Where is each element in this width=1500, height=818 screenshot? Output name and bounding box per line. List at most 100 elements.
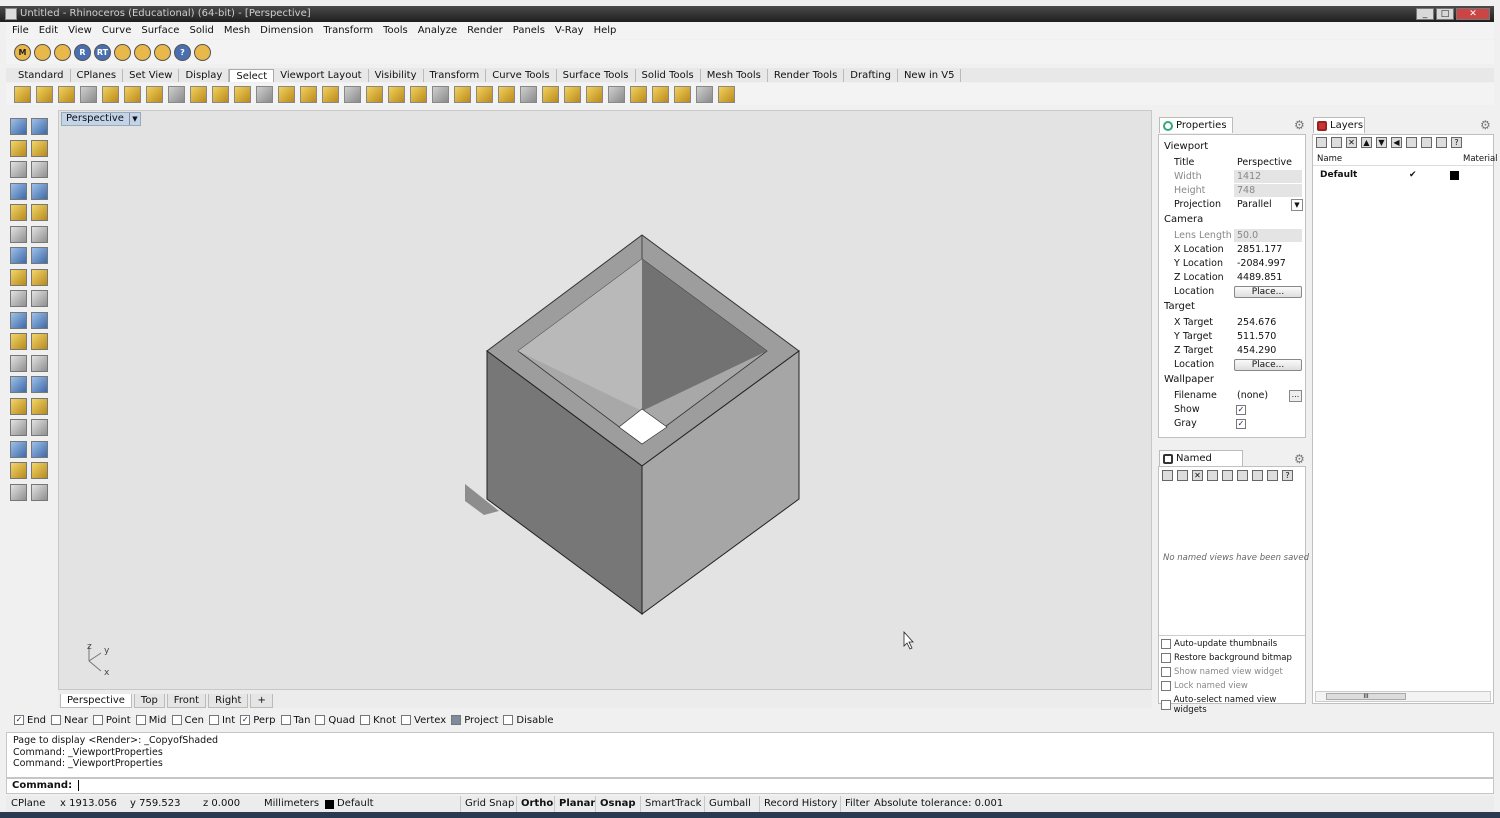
prop-ztarget-value[interactable]: 454.290 — [1234, 344, 1302, 357]
ellipse-icon[interactable] — [10, 204, 27, 221]
select-filter-icon[interactable] — [718, 85, 735, 103]
chamfer-icon[interactable] — [31, 311, 48, 329]
sun-icon[interactable] — [134, 43, 151, 61]
properties-gear-icon[interactable]: ⚙ — [1294, 118, 1305, 132]
named-view-option[interactable]: Lock named view — [1161, 681, 1248, 691]
select-polylines-icon[interactable] — [80, 85, 97, 103]
osnap-near-checkbox[interactable] — [51, 715, 62, 725]
prop-xloc-value[interactable]: 2851.177 — [1234, 243, 1302, 256]
select-solids-icon[interactable] — [190, 85, 207, 103]
toolbar-tab-cplanes[interactable]: CPlanes — [71, 68, 124, 82]
select-blocks-icon[interactable] — [278, 85, 295, 103]
named-view-option[interactable]: Auto-select named view widgets — [1161, 695, 1305, 715]
analyze-icon[interactable] — [31, 419, 48, 436]
osnap-point-checkbox[interactable] — [92, 715, 103, 725]
select-brush-icon[interactable] — [630, 85, 647, 103]
select-closed-curves-icon[interactable] — [366, 85, 383, 103]
menu-surface[interactable]: Surface — [141, 25, 179, 36]
delete-layer-icon[interactable]: ✕ — [1346, 137, 1357, 148]
wand-icon[interactable] — [114, 43, 131, 61]
grid-snap-button[interactable]: Grid Snap — [460, 796, 518, 812]
select-last-icon[interactable] — [520, 85, 537, 103]
menu-vray[interactable]: V-Ray — [555, 25, 584, 36]
osnap-tan[interactable]: Tan — [280, 715, 310, 726]
planar-button[interactable]: Planar — [554, 796, 599, 812]
osnap-near[interactable]: Near — [51, 715, 88, 726]
environment-icon[interactable] — [154, 43, 171, 61]
named-view-option[interactable]: Restore background bitmap — [1161, 653, 1292, 663]
select-surfaces-icon[interactable] — [146, 85, 163, 103]
arc-icon[interactable] — [31, 161, 48, 178]
minimize-button[interactable]: _ — [1416, 8, 1434, 20]
open-view-icon[interactable] — [1207, 470, 1218, 481]
polyline-icon[interactable] — [10, 139, 27, 157]
check-icon[interactable] — [31, 462, 48, 479]
osnap-point[interactable]: Point — [92, 715, 131, 726]
select-open-curves-icon[interactable] — [344, 85, 361, 103]
menu-render[interactable]: Render — [467, 25, 503, 36]
menu-dimension[interactable]: Dimension — [260, 25, 313, 36]
layer-color-swatch[interactable] — [1450, 171, 1459, 180]
snap-icon[interactable] — [31, 440, 48, 458]
text-icon[interactable] — [10, 376, 27, 393]
named-view-option-checkbox[interactable] — [1161, 681, 1171, 691]
toolbar-tab-display[interactable]: Display — [179, 68, 230, 82]
viewport-tab-front[interactable]: Front — [166, 694, 207, 708]
new-sublayer-icon[interactable] — [1331, 137, 1342, 148]
blend-icon[interactable] — [10, 333, 27, 350]
tools-icon[interactable] — [1436, 137, 1447, 148]
render-rt-icon[interactable]: RT — [94, 43, 111, 61]
move-parent-icon[interactable]: ◀ — [1391, 137, 1402, 148]
toolbar-tab-drafting[interactable]: Drafting — [844, 68, 898, 82]
named-view-option[interactable]: Auto-update thumbnails — [1161, 639, 1277, 649]
toolbar-tab-standard[interactable]: Standard — [12, 68, 71, 82]
osnap-end-checkbox[interactable]: ✓ — [14, 715, 24, 725]
save-view-icon[interactable] — [1162, 470, 1173, 481]
status-cplane[interactable]: CPlane — [11, 796, 45, 812]
select-polysurfaces-icon[interactable] — [168, 85, 185, 103]
prop-xtarget-value[interactable]: 254.676 — [1234, 316, 1302, 329]
osnap-project-checkbox[interactable] — [451, 715, 462, 725]
select-dims-icon[interactable] — [410, 85, 427, 103]
render-r-icon[interactable]: R — [74, 43, 91, 61]
offset-icon[interactable] — [31, 333, 48, 350]
select-lasso-icon[interactable] — [652, 85, 669, 103]
prop-title-value[interactable]: Perspective — [1234, 156, 1302, 169]
bend-icon[interactable] — [10, 462, 27, 479]
target-place-button[interactable]: Place... — [1234, 359, 1302, 371]
toolbar-tab-render-tools[interactable]: Render Tools — [768, 68, 845, 82]
osnap-mid-checkbox[interactable] — [135, 715, 146, 725]
gumball-button[interactable]: Gumball — [704, 796, 755, 812]
m-icon[interactable]: M — [14, 43, 31, 61]
select-arrow-icon[interactable] — [10, 118, 27, 135]
tag-icon[interactable] — [34, 43, 51, 61]
close-button[interactable]: ✕ — [1456, 8, 1490, 20]
dimension-icon[interactable] — [31, 376, 48, 393]
osnap-perp-checkbox[interactable]: ✓ — [240, 715, 251, 725]
projection-dropdown-icon[interactable]: ▼ — [1291, 199, 1303, 211]
loft-icon[interactable] — [31, 268, 48, 286]
menu-curve[interactable]: Curve — [102, 25, 132, 36]
named-view-option-checkbox[interactable] — [1161, 639, 1171, 649]
thumbnail-icon[interactable] — [1267, 470, 1278, 481]
box-icon[interactable] — [10, 247, 27, 264]
toolbar-tab-set-view[interactable]: Set View — [123, 68, 180, 82]
named-view-option[interactable]: Show named view widget — [1161, 667, 1283, 677]
mesh-icon[interactable] — [10, 419, 27, 436]
fillet-icon[interactable] — [10, 311, 27, 329]
select-boundary-icon[interactable] — [608, 85, 625, 103]
rhino-app-icon[interactable] — [5, 8, 17, 20]
menu-view[interactable]: View — [68, 25, 92, 36]
layers-scroll-grip[interactable]: III — [1326, 693, 1406, 700]
osnap-knot[interactable]: Knot — [360, 715, 396, 726]
sphere-icon[interactable] — [31, 247, 48, 264]
viewport-tab-right[interactable]: Right — [208, 694, 249, 708]
delete-view-icon[interactable]: ✕ — [1192, 470, 1203, 481]
select-small-icon[interactable] — [498, 85, 515, 103]
select-view-icon[interactable] — [1222, 470, 1233, 481]
select-text-icon[interactable] — [432, 85, 449, 103]
named-view-option-checkbox[interactable] — [1161, 653, 1171, 663]
render-icon[interactable] — [10, 483, 27, 501]
menu-tools[interactable]: Tools — [383, 25, 408, 36]
osnap-quad-checkbox[interactable] — [315, 715, 326, 725]
